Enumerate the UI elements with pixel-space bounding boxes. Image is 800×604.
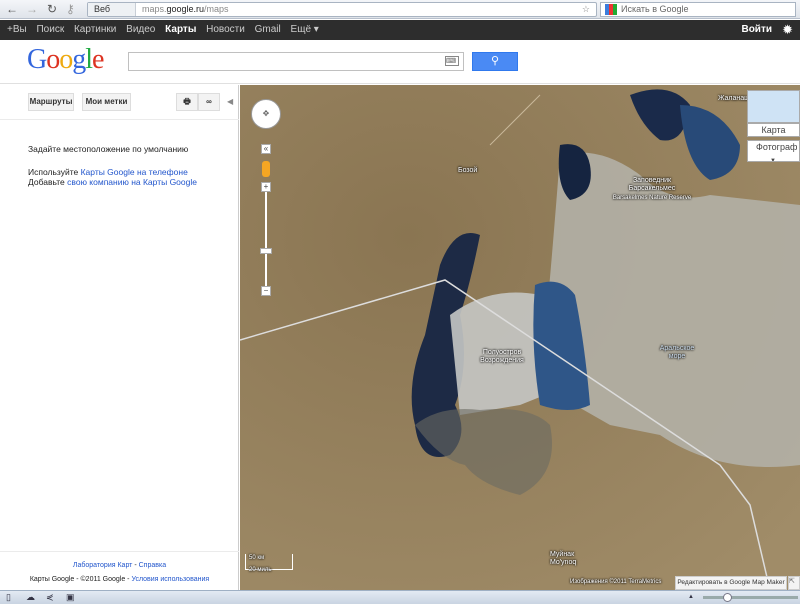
- collapse-panel-icon[interactable]: ◀: [227, 97, 233, 106]
- status-bar: ▯ ☁ ⋞ ▣ ▲: [0, 590, 800, 604]
- map-type-map-button[interactable]: Карта: [747, 123, 800, 137]
- add-business-link[interactable]: свою компанию на Карты Google: [67, 177, 197, 187]
- chevron-down-icon: ▼: [770, 158, 776, 162]
- map-label-reserve-ru[interactable]: Заповедник Барсакельмес: [612, 177, 692, 193]
- map-attribution: Изображения ©2011 TerraMetrics: [570, 579, 662, 585]
- edit-in-map-maker-link[interactable]: Редактировать в Google Map Maker: [675, 576, 787, 590]
- google-logo[interactable]: Google: [27, 44, 104, 76]
- page-zoom-handle[interactable]: [723, 593, 732, 602]
- url-prefix: maps.: [142, 4, 167, 14]
- zoom-slider-track[interactable]: [265, 192, 267, 287]
- login-link[interactable]: Войти: [741, 20, 772, 40]
- share-icon[interactable]: ⋞: [46, 592, 54, 603]
- web-label: Веб: [88, 3, 136, 16]
- scale-km: 50 км: [249, 555, 265, 561]
- key-icon[interactable]: ⚷: [66, 2, 75, 16]
- add-text: Добавьте: [28, 177, 65, 187]
- copyright-text: Карты Google - ©2011 Google -: [29, 576, 132, 583]
- zoom-in-button[interactable]: +: [261, 182, 271, 192]
- address-bar[interactable]: Веб maps.google.ru/maps ☆: [87, 2, 597, 17]
- mini-world-map-icon[interactable]: [747, 90, 800, 123]
- gbar-images[interactable]: Картинки: [74, 24, 116, 35]
- map-label-peninsula[interactable]: Полуостров Возрождения: [472, 349, 532, 365]
- gbar-search[interactable]: Поиск: [36, 24, 64, 35]
- link-icon[interactable]: ∞: [198, 93, 220, 111]
- maps-search-input[interactable]: ⌨: [128, 52, 464, 71]
- search-button[interactable]: ⚲: [472, 52, 518, 71]
- browser-toolbar: ← → ↻ ⚷ Веб maps.google.ru/maps ☆ Искать …: [0, 0, 800, 19]
- map-label-aral-sea[interactable]: Аральское море: [652, 345, 702, 361]
- google-bar: +Вы Поиск Картинки Видео Карты Новости G…: [0, 20, 800, 40]
- forward-icon[interactable]: →: [26, 2, 38, 16]
- routes-button[interactable]: Маршруты: [28, 93, 74, 111]
- expand-icon[interactable]: ⇱: [788, 576, 800, 590]
- cloud-icon[interactable]: ☁: [26, 592, 35, 603]
- maps-header: Google ⌨ ⚲: [0, 40, 800, 84]
- satellite-imagery: [240, 85, 800, 590]
- map-label-reserve-en[interactable]: Barsakelmes Nature Reserve: [612, 194, 692, 202]
- scale-miles: 20 миль: [249, 567, 272, 573]
- gbar-video[interactable]: Видео: [126, 24, 155, 35]
- terms-link[interactable]: Условия использования: [131, 576, 209, 583]
- gbar-maps[interactable]: Карты: [165, 24, 196, 35]
- zoom-up-icon[interactable]: ▲: [688, 594, 694, 600]
- left-panel: Маршруты Мои метки 🖶 ∞ ◀ Задайте местопо…: [0, 85, 239, 590]
- map-label-muynak-en[interactable]: Mo'ynoq: [550, 559, 576, 567]
- use-text: Используйте: [28, 167, 79, 177]
- gbar-news[interactable]: Новости: [206, 24, 245, 35]
- url-domain: google.ru: [166, 4, 205, 14]
- pan-control[interactable]: ✥: [251, 99, 281, 129]
- print-icon[interactable]: 🖶: [176, 93, 198, 111]
- zoom-slider-handle[interactable]: [260, 248, 272, 254]
- star-icon[interactable]: ☆: [582, 3, 590, 16]
- divider: [0, 119, 239, 120]
- map-label-bozoy[interactable]: Бозой: [458, 167, 477, 175]
- gear-icon[interactable]: ✹: [782, 20, 793, 40]
- map-type-satellite-button[interactable]: Фотограф ▼: [747, 140, 800, 162]
- collapse-controls-icon[interactable]: «: [261, 144, 271, 154]
- mobile-maps-link[interactable]: Карты Google на телефоне: [81, 167, 188, 177]
- map-label-top-right[interactable]: Жаланаш: [718, 95, 750, 103]
- google-search-engine-icon: [605, 4, 617, 16]
- back-icon[interactable]: ←: [6, 2, 18, 16]
- page-zoom-slider[interactable]: [703, 596, 798, 599]
- gbar-gmail[interactable]: Gmail: [255, 24, 281, 35]
- panel-icon[interactable]: ▯: [6, 592, 11, 603]
- search-placeholder: Искать в Google: [621, 4, 689, 14]
- lock-icon[interactable]: ▣: [66, 592, 75, 603]
- reload-icon[interactable]: ↻: [47, 2, 57, 16]
- search-icon: ⚲: [490, 55, 500, 67]
- keyboard-icon[interactable]: ⌨: [445, 56, 459, 66]
- url-path: /maps: [204, 4, 229, 14]
- set-default-location-link[interactable]: Задайте местоположение по умолчанию: [28, 144, 188, 154]
- browser-search-input[interactable]: Искать в Google: [600, 2, 796, 17]
- maps-labs-link[interactable]: Лаборатория Карт: [73, 562, 133, 569]
- gbar-more[interactable]: Ещё ▾: [291, 24, 319, 35]
- my-places-button[interactable]: Мои метки: [82, 93, 131, 111]
- pegman-icon[interactable]: [262, 161, 270, 177]
- gbar-plus[interactable]: +Вы: [7, 24, 27, 35]
- divider: [0, 551, 239, 552]
- zoom-out-button[interactable]: −: [261, 286, 271, 296]
- satellite-map[interactable]: Бозой Заповедник Барсакельмес Barsakelme…: [240, 85, 800, 590]
- help-link[interactable]: Справка: [139, 562, 166, 569]
- map-label-muynak-ru[interactable]: Муйнак: [550, 551, 574, 559]
